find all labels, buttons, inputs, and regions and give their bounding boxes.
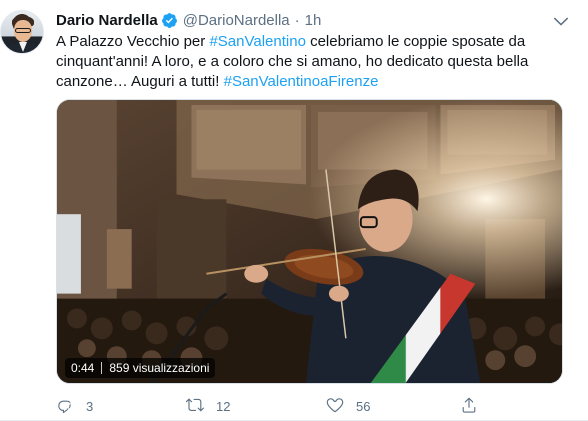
share-button[interactable]: [460, 395, 478, 417]
tweet-text-segment: A Palazzo Vecchio per: [56, 33, 210, 50]
video-thumbnail: [57, 100, 562, 383]
hashtag-link[interactable]: #SanValentinoaFirenze: [224, 73, 379, 90]
retweet-count: 12: [216, 398, 231, 414]
chevron-down-icon[interactable]: [552, 12, 570, 30]
separator-dot: ·: [294, 11, 300, 29]
avatar[interactable]: [0, 10, 44, 54]
retweet-icon: [185, 396, 204, 417]
reply-icon: [56, 396, 74, 417]
heart-icon: [326, 396, 344, 417]
tweet-actions: 3 12 56: [56, 395, 486, 417]
retweet-button[interactable]: 12: [185, 395, 231, 417]
like-button[interactable]: 56: [326, 395, 370, 417]
verified-badge-icon: [161, 12, 178, 29]
hashtag-link[interactable]: #SanValentino: [209, 33, 305, 50]
author-name[interactable]: Dario Nardella: [56, 12, 158, 29]
badge-divider: [101, 362, 103, 374]
reply-count: 3: [86, 398, 94, 414]
like-count: 56: [356, 398, 371, 414]
video-duration: 0:44: [71, 361, 95, 375]
tweet-time[interactable]: 1h: [305, 12, 322, 29]
tweet-text: A Palazzo Vecchio per #SanValentino cele…: [56, 32, 536, 92]
video-player[interactable]: 0:44 859 visualizzazioni: [56, 99, 563, 384]
video-info-badge: 0:44 859 visualizzazioni: [65, 358, 216, 378]
reply-button[interactable]: 3: [56, 395, 93, 417]
share-icon: [460, 396, 478, 417]
tweet[interactable]: Dario Nardella @DarioNardella · 1h A Pal…: [0, 0, 588, 421]
video-views: 859 visualizzazioni: [109, 361, 210, 375]
tweet-header: Dario Nardella @DarioNardella · 1h: [56, 9, 321, 31]
author-handle[interactable]: @DarioNardella: [183, 12, 290, 29]
